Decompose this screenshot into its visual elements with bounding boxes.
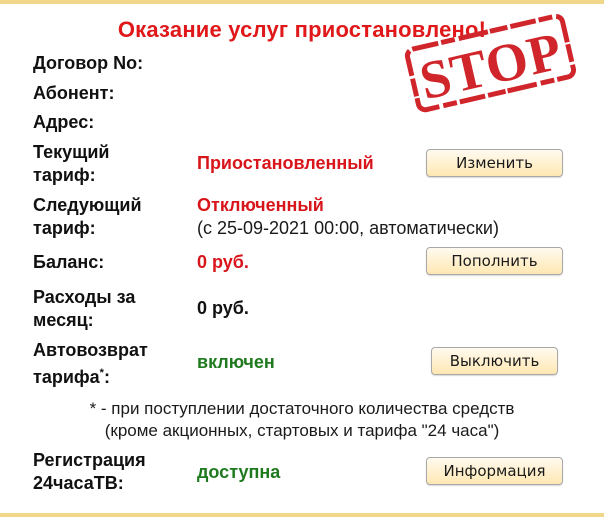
current-tariff-value: Приостановленный bbox=[197, 153, 374, 173]
contract-label: Договор No: bbox=[33, 53, 144, 73]
top-border bbox=[0, 0, 604, 4]
autoreturn-label: Автовозврат тарифа*: bbox=[33, 339, 148, 389]
subscriber-label: Абонент: bbox=[33, 83, 115, 103]
registration-label: Регистрация 24часаТВ: bbox=[33, 449, 146, 495]
topup-button[interactable]: Пополнить bbox=[426, 247, 563, 275]
autoreturn-colon: : bbox=[103, 367, 110, 387]
autoreturn-label-line1: Автовозврат bbox=[33, 340, 148, 360]
balance-label: Баланс: bbox=[33, 252, 105, 272]
current-tariff-label-line1: Текущий bbox=[33, 142, 110, 162]
balance-value: 0 руб. bbox=[197, 252, 249, 272]
autoreturn-label-word: тарифа bbox=[33, 367, 100, 387]
monthly-expenses-label: Расходы за месяц: bbox=[33, 286, 135, 332]
registration-value: доступна bbox=[197, 462, 281, 482]
change-tariff-button[interactable]: Изменить bbox=[426, 149, 563, 177]
next-tariff-label-line1: Следующий bbox=[33, 195, 142, 215]
disable-autoreturn-button[interactable]: Выключить bbox=[431, 347, 558, 375]
next-tariff-value: Отключенный bbox=[197, 195, 324, 215]
address-label: Адрес: bbox=[33, 112, 95, 132]
registration-label-line1: Регистрация bbox=[33, 450, 146, 470]
monthly-expenses-value: 0 руб. bbox=[197, 298, 249, 318]
next-tariff-note: (с 25-09-2021 00:00, автоматически) bbox=[197, 218, 499, 238]
next-tariff-label-line2: тариф: bbox=[33, 218, 96, 238]
monthly-expenses-label-line2: месяц: bbox=[33, 310, 94, 330]
registration-label-line2: 24часаТВ: bbox=[33, 473, 124, 493]
footnote-line2: (кроме акционных, стартовых и тарифа "24… bbox=[104, 421, 500, 440]
autoreturn-value: включен bbox=[197, 352, 275, 372]
next-tariff-label: Следующий тариф: bbox=[33, 194, 142, 240]
autoreturn-label-line2: тарифа*: bbox=[33, 362, 148, 389]
monthly-expenses-label-line1: Расходы за bbox=[33, 287, 136, 307]
current-tariff-label-line2: тариф: bbox=[33, 165, 96, 185]
current-tariff-label: Текущий тариф: bbox=[33, 141, 109, 187]
footnote-line1: * - при поступлении достаточного количес… bbox=[89, 399, 515, 418]
info-button[interactable]: Информация bbox=[426, 457, 563, 485]
bottom-border bbox=[0, 513, 604, 517]
